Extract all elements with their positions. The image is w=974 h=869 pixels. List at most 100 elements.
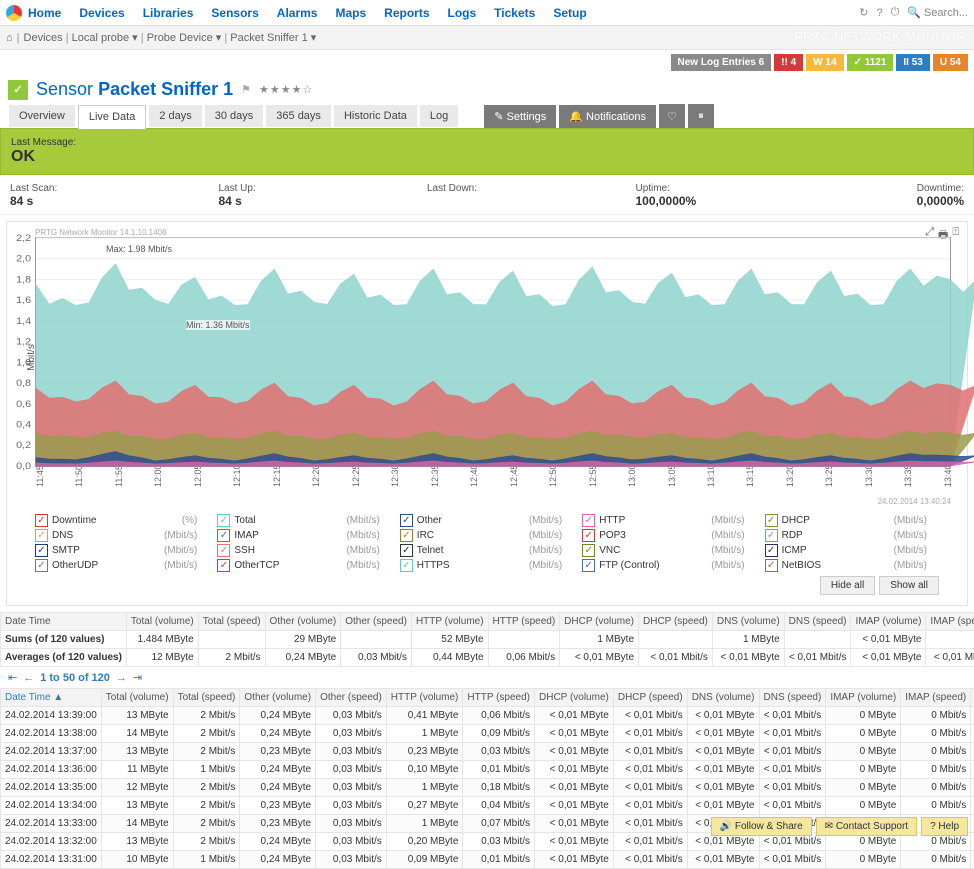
legend-item[interactable]: ✓Total(Mbit/s) [217,514,391,527]
col-header[interactable]: DNS (speed) [784,613,851,631]
checkbox-icon[interactable]: ✓ [765,529,778,542]
checkbox-icon[interactable]: ✓ [582,529,595,542]
flag-icon[interactable]: ⚑ [241,83,251,96]
col-header[interactable]: HTTP (speed) [463,689,535,707]
col-header[interactable]: Total (speed) [173,689,240,707]
table-row[interactable]: 24.02.2014 13:37:0013 MByte2 Mbit/s0,23 … [1,743,974,761]
tab-30-days[interactable]: 30 days [205,105,264,127]
col-header[interactable]: DHCP (speed) [639,613,713,631]
help-icon[interactable]: ? [876,7,882,19]
favorite-button[interactable]: ♡ [659,104,685,128]
col-header[interactable]: Total (volume) [126,613,198,631]
nav-setup[interactable]: Setup [553,6,586,20]
table-row[interactable]: 24.02.2014 13:39:0013 MByte2 Mbit/s0,24 … [1,707,974,725]
nav-logs[interactable]: Logs [448,6,477,20]
legend-item[interactable]: ✓Downtime(%) [35,514,209,527]
help-button[interactable]: ? Help [921,817,968,836]
tab-overview[interactable]: Overview [9,105,75,127]
legend-item[interactable]: ✓ICMP(Mbit/s) [765,544,939,557]
legend-item[interactable]: ✓SMTP(Mbit/s) [35,544,209,557]
checkbox-icon[interactable]: ✓ [400,559,413,572]
checkbox-icon[interactable]: ✓ [35,544,48,557]
col-header[interactable]: IMAP (speed) [901,689,971,707]
nav-reports[interactable]: Reports [384,6,429,20]
breadcrumb-item[interactable]: Probe Device ▾ [147,32,222,44]
table-row[interactable]: 24.02.2014 13:34:0013 MByte2 Mbit/s0,23 … [1,797,974,815]
legend-item[interactable]: ✓Other(Mbit/s) [400,514,574,527]
checkbox-icon[interactable]: ✓ [400,514,413,527]
legend-item[interactable]: ✓DHCP(Mbit/s) [765,514,939,527]
col-header[interactable]: HTTP (volume) [411,613,488,631]
checkbox-icon[interactable]: ✓ [217,544,230,557]
pager-first-icon[interactable]: ⇤ [8,671,17,684]
legend-item[interactable]: ✓IRC(Mbit/s) [400,529,574,542]
settings-button[interactable]: ✎ Settings [484,105,556,128]
legend-item[interactable]: ✓IMAP(Mbit/s) [217,529,391,542]
checkbox-icon[interactable]: ✓ [582,514,595,527]
table-row[interactable]: 24.02.2014 13:36:0011 MByte1 Mbit/s0,24 … [1,761,974,779]
legend-item[interactable]: ✓OtherUDP(Mbit/s) [35,559,209,572]
chart-download-icon[interactable]: ⍐ [952,226,959,245]
contact-support-button[interactable]: ✉ Contact Support [816,817,917,836]
alarm-blue-pill[interactable]: II 53 [896,54,929,71]
checkbox-icon[interactable]: ✓ [35,529,48,542]
tab-2-days[interactable]: 2 days [149,105,201,127]
power-icon[interactable]: ⏻ [891,6,900,19]
breadcrumb-item[interactable]: Local probe ▾ [72,32,138,44]
tab-365-days[interactable]: 365 days [266,105,331,127]
checkbox-icon[interactable]: ✓ [35,514,48,527]
checkbox-icon[interactable]: ✓ [217,514,230,527]
legend-item[interactable]: ✓VNC(Mbit/s) [582,544,756,557]
hide-all-button[interactable]: Hide all [820,576,875,595]
col-header[interactable]: Other (speed) [341,613,412,631]
show-all-button[interactable]: Show all [879,576,939,595]
legend-item[interactable]: ✓RDP(Mbit/s) [765,529,939,542]
refresh-icon[interactable]: ↻ [859,6,868,19]
nav-devices[interactable]: Devices [79,6,124,20]
alarm-green-pill[interactable]: ✓ 1121 [847,54,894,71]
col-header[interactable]: HTTP (volume) [386,689,463,707]
col-header[interactable]: IMAP (speed) [926,613,974,631]
checkbox-icon[interactable]: ✓ [765,559,778,572]
checkbox-icon[interactable]: ✓ [582,559,595,572]
breadcrumb-item[interactable]: Packet Sniffer 1 ▾ [230,32,316,44]
col-header[interactable]: Total (speed) [198,613,265,631]
priority-stars[interactable]: ★★★★☆ [259,83,313,96]
legend-item[interactable]: ✓Telnet(Mbit/s) [400,544,574,557]
legend-item[interactable]: ✓HTTPS(Mbit/s) [400,559,574,572]
col-header[interactable]: Other (speed) [316,689,387,707]
nav-maps[interactable]: Maps [335,6,366,20]
checkbox-icon[interactable]: ✓ [400,544,413,557]
col-header[interactable]: DNS (volume) [712,613,784,631]
legend-item[interactable]: ✓DNS(Mbit/s) [35,529,209,542]
follow-share-button[interactable]: 🔊 Follow & Share [711,817,812,836]
checkbox-icon[interactable]: ✓ [400,529,413,542]
table-row[interactable]: 24.02.2014 13:31:0010 MByte1 Mbit/s0,24 … [1,851,974,869]
col-header[interactable]: Date Time [1,613,127,631]
pager-prev-icon[interactable]: ← [23,672,34,684]
checkbox-icon[interactable]: ✓ [217,559,230,572]
nav-home[interactable]: Home [28,6,61,20]
checkbox-icon[interactable]: ✓ [765,514,778,527]
table-row[interactable]: 24.02.2014 13:38:0014 MByte2 Mbit/s0,24 … [1,725,974,743]
nav-alarms[interactable]: Alarms [277,6,318,20]
legend-item[interactable]: ✓POP3(Mbit/s) [582,529,756,542]
legend-item[interactable]: ✓FTP (Control)(Mbit/s) [582,559,756,572]
tab-live-data[interactable]: Live Data [78,105,146,129]
notifications-button[interactable]: 🔔 Notifications [559,105,656,128]
search-input[interactable]: 🔍 Search... [907,6,968,19]
legend-item[interactable]: ✓HTTP(Mbit/s) [582,514,756,527]
traffic-chart[interactable]: Mbit/s 0,00,20,40,60,81,01,21,41,61,82,0… [35,237,951,467]
breadcrumb-item[interactable]: Devices [24,32,63,44]
col-header[interactable]: Total (volume) [101,689,173,707]
breadcrumb-home-icon[interactable]: ⌂ [6,32,13,44]
legend-item[interactable]: ✓NetBIOS(Mbit/s) [765,559,939,572]
pause-button[interactable]: ⏸ [688,104,714,128]
legend-item[interactable]: ✓OtherTCP(Mbit/s) [217,559,391,572]
checkbox-icon[interactable]: ✓ [217,529,230,542]
col-header[interactable]: DNS (volume) [687,689,759,707]
alarm-orange-pill[interactable]: U 54 [933,54,968,71]
col-header[interactable]: DHCP (volume) [535,689,614,707]
col-header[interactable]: Other (volume) [265,613,341,631]
tab-historic-data[interactable]: Historic Data [334,105,417,127]
